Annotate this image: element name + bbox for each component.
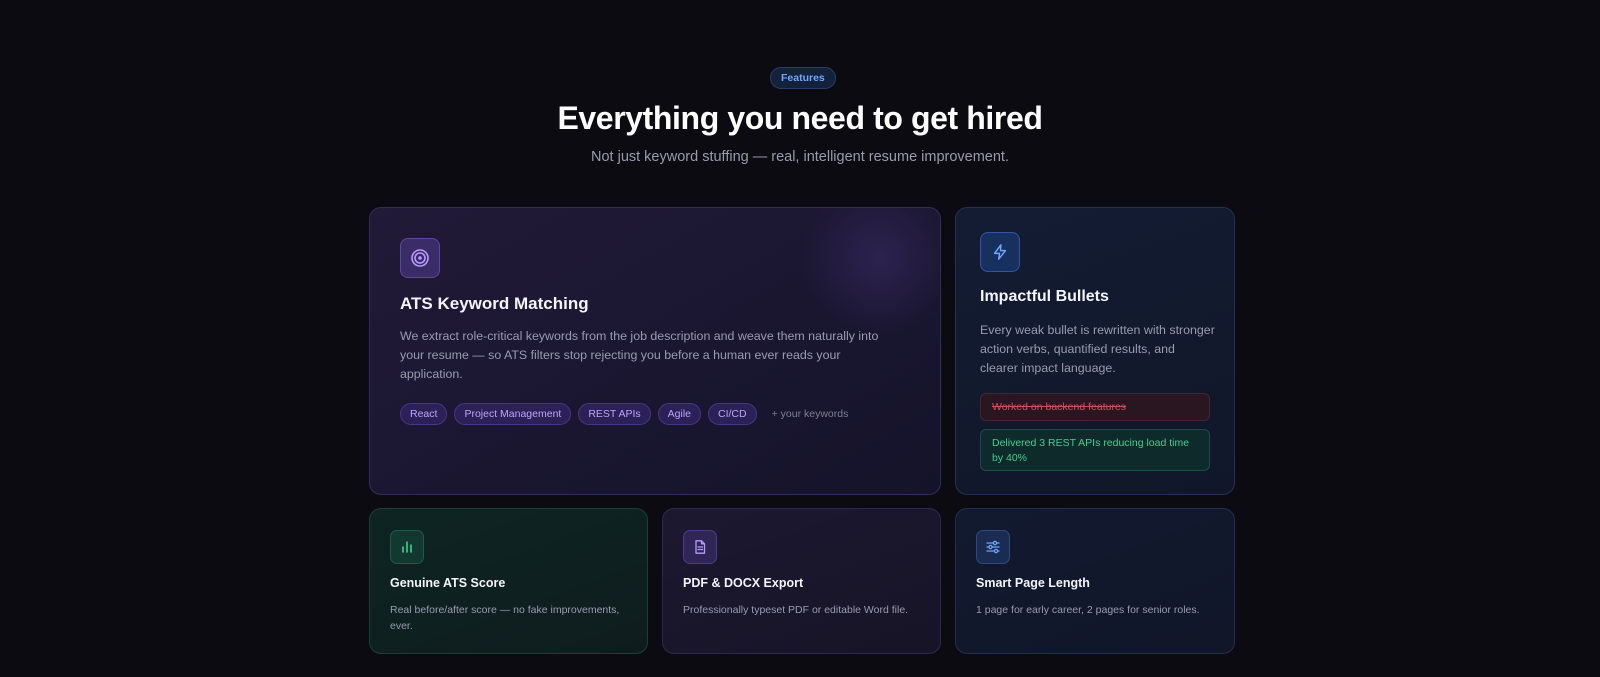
- keyword-tag: Project Management: [454, 403, 572, 425]
- bar-chart-icon: [390, 530, 424, 564]
- bullet-before: Worked on backend features: [980, 393, 1210, 421]
- card-description: 1 page for early career, 2 pages for sen…: [976, 604, 1200, 616]
- card-title: Smart Page Length: [976, 576, 1090, 590]
- section-title: Everything you need to get hired: [557, 100, 1043, 136]
- keyword-tag-extra: + your keywords: [771, 408, 849, 420]
- feature-card-ats-keyword-matching: ATS Keyword Matching We extract role-cri…: [369, 207, 941, 495]
- card-description: Professionally typeset PDF or editable W…: [683, 604, 909, 616]
- feature-card-impactful-bullets: Impactful Bullets Every weak bullet is r…: [955, 207, 1235, 495]
- keyword-tags: React Project Management REST APIs Agile…: [400, 403, 848, 425]
- card-glow: [800, 208, 940, 338]
- features-section: Features Everything you need to get hire…: [0, 0, 1600, 677]
- card-title: PDF & DOCX Export: [683, 576, 804, 590]
- features-badge: Features: [770, 67, 836, 89]
- card-title: ATS Keyword Matching: [400, 294, 589, 313]
- feature-card-genuine-ats-score: Genuine ATS Score Real before/after scor…: [369, 508, 648, 654]
- card-description: Every weak bullet is rewritten with stro…: [980, 323, 1215, 375]
- card-title: Impactful Bullets: [980, 288, 1109, 305]
- keyword-tag: Agile: [657, 403, 702, 425]
- keyword-tag: REST APIs: [578, 403, 651, 425]
- keyword-tag: React: [400, 403, 448, 425]
- card-description: We extract role-critical keywords from t…: [400, 329, 879, 381]
- card-description: Real before/after score — no fake improv…: [390, 604, 620, 632]
- card-title: Genuine ATS Score: [390, 576, 506, 590]
- bullet-after: Delivered 3 REST APIs reducing load time…: [980, 429, 1210, 471]
- feature-card-pdf-docx-export: PDF & DOCX Export Professionally typeset…: [662, 508, 941, 654]
- target-icon: [400, 238, 440, 278]
- feature-card-smart-page-length: Smart Page Length 1 page for early caree…: [955, 508, 1235, 654]
- section-subtitle: Not just keyword stuffing — real, intell…: [591, 149, 1009, 165]
- sliders-icon: [976, 530, 1010, 564]
- keyword-tag: CI/CD: [708, 403, 757, 425]
- document-icon: [683, 530, 717, 564]
- lightning-icon: [980, 232, 1020, 272]
